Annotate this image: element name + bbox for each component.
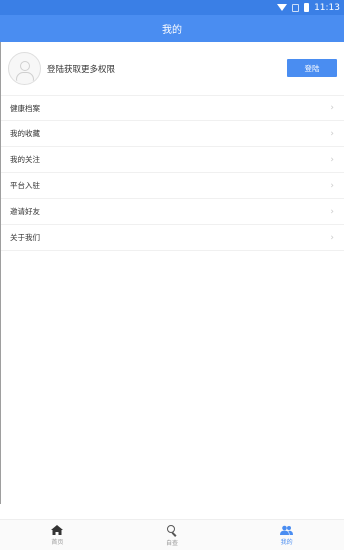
status-bar: 11:13 bbox=[0, 0, 344, 15]
chevron-right-icon: › bbox=[330, 206, 334, 217]
tab-label: 自查 bbox=[166, 539, 179, 547]
page-title: 我的 bbox=[162, 25, 182, 36]
menu-item-health-records[interactable]: 健康档案 › bbox=[1, 95, 344, 121]
menu-item-favorites[interactable]: 我的收藏 › bbox=[1, 121, 344, 147]
tab-self-check[interactable]: 自查 bbox=[115, 520, 230, 550]
wifi-icon bbox=[277, 4, 288, 11]
avatar[interactable] bbox=[8, 52, 41, 85]
status-time: 11:13 bbox=[314, 2, 340, 13]
page-header: 我的 bbox=[0, 15, 344, 42]
chevron-right-icon: › bbox=[330, 180, 334, 191]
menu-item-label: 我的关注 bbox=[10, 155, 40, 164]
chevron-right-icon: › bbox=[330, 128, 334, 139]
tab-label: 首页 bbox=[51, 539, 64, 546]
menu-item-invite-friends[interactable]: 邀请好友 › bbox=[1, 199, 344, 225]
sim-icon bbox=[292, 3, 300, 12]
tab-home[interactable]: 首页 bbox=[0, 520, 115, 550]
avatar-head-icon bbox=[20, 61, 30, 71]
chevron-right-icon: › bbox=[330, 154, 334, 165]
search-icon bbox=[166, 524, 178, 537]
menu-item-following[interactable]: 我的关注 › bbox=[1, 147, 344, 173]
chevron-right-icon: › bbox=[330, 232, 334, 243]
tab-mine[interactable]: 我的 bbox=[229, 520, 344, 550]
menu-item-label: 邀请好友 bbox=[10, 207, 40, 216]
chevron-right-icon: › bbox=[330, 103, 334, 113]
tab-bar: 首页 自查 我的 bbox=[0, 519, 344, 550]
login-button[interactable]: 登陆 bbox=[287, 59, 337, 77]
avatar-body-icon bbox=[16, 72, 34, 81]
battery-icon bbox=[304, 3, 310, 12]
menu-item-label: 平台入驻 bbox=[10, 181, 40, 190]
menu-item-label: 我的收藏 bbox=[10, 129, 40, 138]
menu-item-platform-join[interactable]: 平台入驻 › bbox=[1, 173, 344, 199]
menu-item-label: 健康档案 bbox=[10, 103, 40, 113]
menu-list: 健康档案 › 我的收藏 › 我的关注 › 平台入驻 › 邀请好友 › 关于我们 … bbox=[1, 95, 344, 251]
status-icons: 11:13 bbox=[277, 0, 340, 15]
home-icon bbox=[51, 525, 64, 535]
profile-section: 登陆获取更多权限 登陆 bbox=[1, 46, 344, 92]
tab-label: 我的 bbox=[280, 539, 293, 546]
login-prompt: 登陆获取更多权限 bbox=[47, 65, 116, 75]
people-icon bbox=[280, 525, 294, 535]
menu-item-label: 关于我们 bbox=[10, 233, 40, 242]
menu-item-about-us[interactable]: 关于我们 › bbox=[1, 225, 344, 251]
